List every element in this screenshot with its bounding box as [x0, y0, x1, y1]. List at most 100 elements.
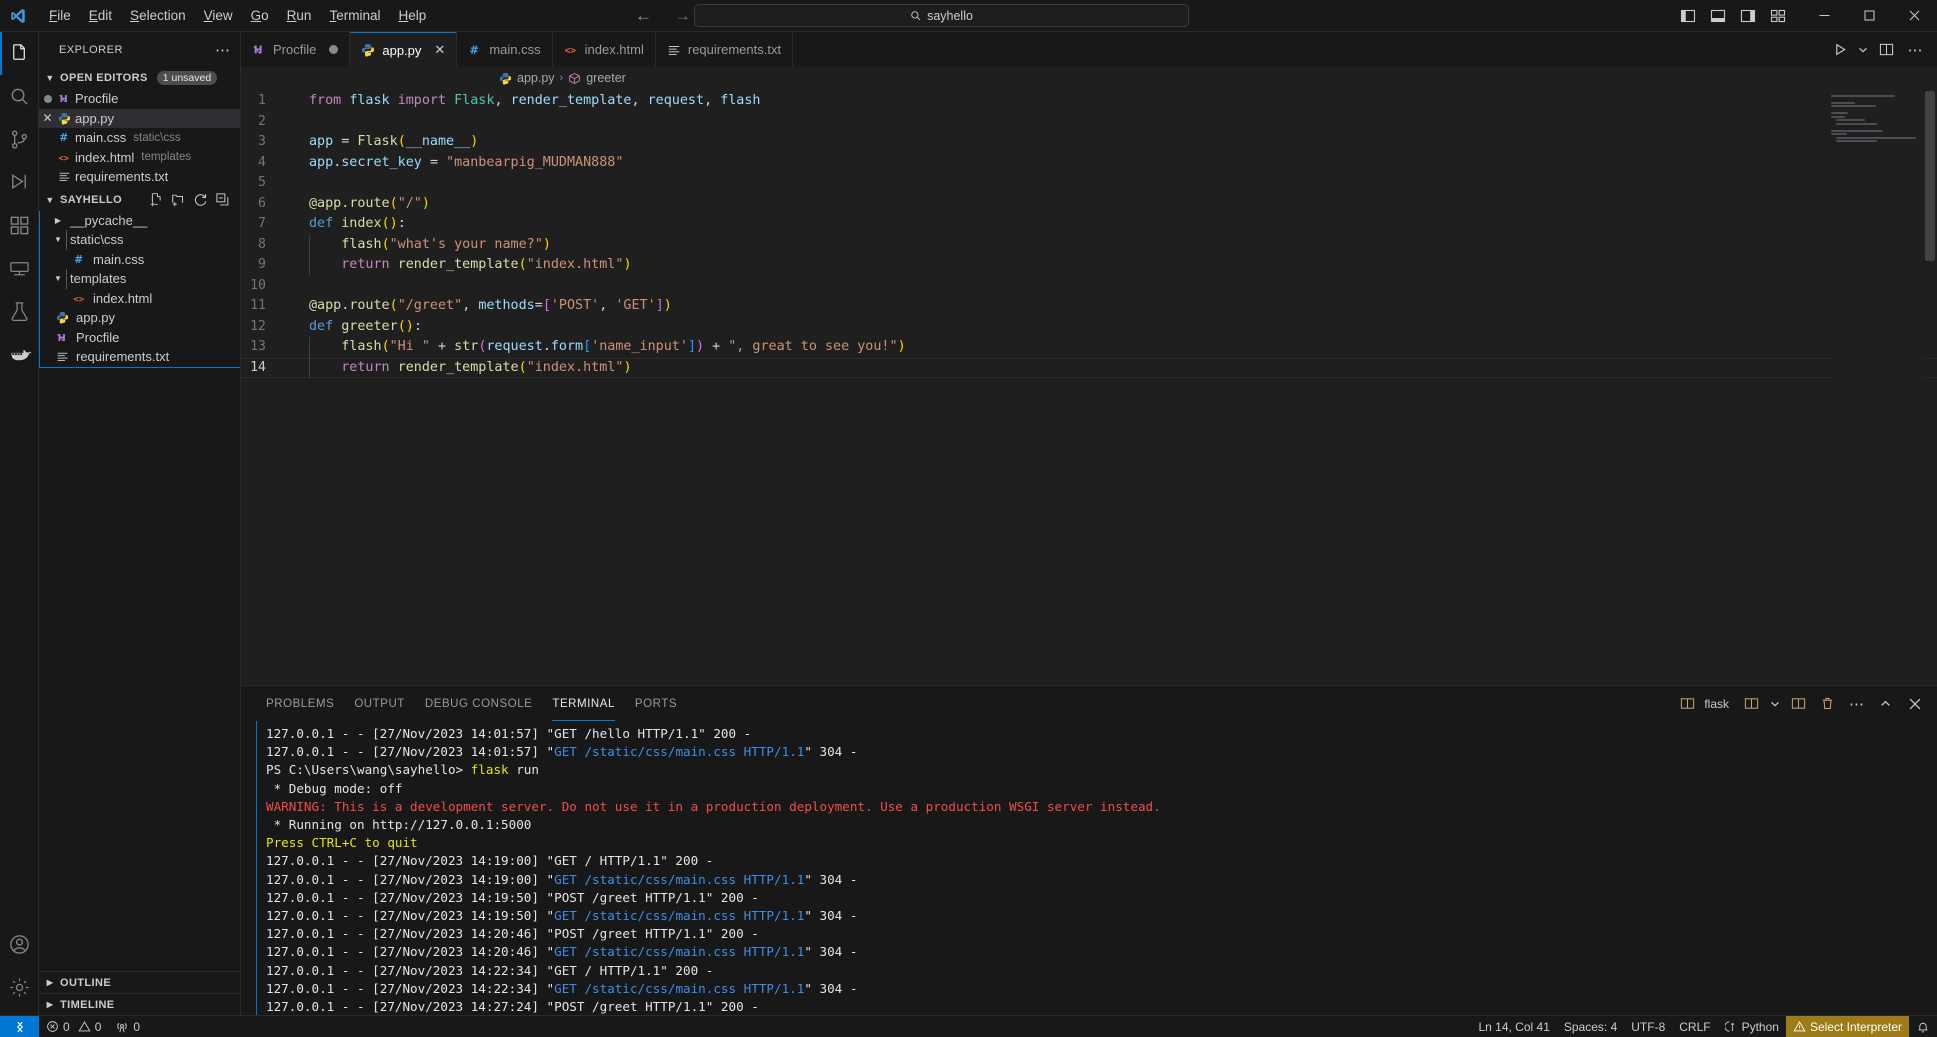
maximize-panel-icon[interactable]: [1873, 691, 1898, 716]
code-line: 6@app.route("/"): [241, 194, 1937, 215]
problems-status[interactable]: 0 0: [39, 1016, 108, 1037]
symbol-icon: [568, 72, 581, 85]
menu-run[interactable]: Run: [278, 3, 321, 29]
svg-text:<>: <>: [73, 295, 84, 305]
activity-explorer-icon[interactable]: [0, 32, 39, 75]
panel-tab-output[interactable]: OUTPUT: [344, 686, 415, 721]
workspace-header[interactable]: ▼ SAYHELLO: [39, 189, 240, 211]
activity-testing-icon[interactable]: [0, 290, 39, 333]
encoding-status[interactable]: UTF-8: [1624, 1016, 1672, 1037]
ports-status[interactable]: 0: [108, 1016, 147, 1037]
split-editor-icon[interactable]: [1873, 37, 1899, 63]
close-icon[interactable]: ✕: [39, 111, 56, 125]
tree-item-templates[interactable]: ▼ templates: [40, 269, 240, 289]
open-editor-app-py[interactable]: ✕ app.py: [39, 109, 240, 129]
open-editor-main-css[interactable]: # main.css static\css: [39, 128, 240, 148]
cursor-position-status[interactable]: Ln 14, Col 41: [1471, 1016, 1556, 1037]
menu-help[interactable]: Help: [389, 3, 435, 29]
sidebar-more-actions-icon[interactable]: ⋯: [215, 41, 231, 59]
terminal-name[interactable]: flask: [1704, 697, 1729, 711]
code-token: ,: [494, 93, 510, 108]
open-editor-index-html[interactable]: <> index.html templates: [39, 148, 240, 168]
panel-tab-ports[interactable]: PORTS: [625, 686, 687, 721]
collapse-all-icon[interactable]: [215, 192, 230, 207]
file-label: app.py: [76, 310, 115, 325]
minimize-button[interactable]: [1802, 0, 1847, 32]
panel-tab-terminal[interactable]: TERMINAL: [542, 686, 625, 721]
activity-source-control-icon[interactable]: [0, 118, 39, 161]
toggle-secondary-sidebar-icon[interactable]: [1734, 3, 1762, 29]
indentation-status[interactable]: Spaces: 4: [1557, 1016, 1624, 1037]
toggle-primary-sidebar-icon[interactable]: [1674, 3, 1702, 29]
code-editor[interactable]: 1from flask import Flask, render_templat…: [241, 89, 1937, 685]
open-editors-header[interactable]: ▼ OPEN EDITORS 1 unsaved: [39, 67, 240, 89]
customize-layout-icon[interactable]: [1764, 3, 1792, 29]
refresh-icon[interactable]: [193, 192, 208, 207]
back-arrow-icon[interactable]: ←: [635, 7, 652, 24]
breadcrumb-symbol[interactable]: greeter: [586, 71, 626, 85]
tab-app-py[interactable]: app.py ✕: [350, 32, 457, 67]
activity-settings-icon[interactable]: [0, 966, 39, 1009]
split-terminal-icon[interactable]: [1786, 691, 1811, 716]
toggle-panel-icon[interactable]: [1704, 3, 1732, 29]
tab-requirements-txt[interactable]: requirements.txt: [656, 32, 793, 67]
menu-file[interactable]: File: [40, 3, 80, 29]
menu-edit[interactable]: Edit: [80, 3, 121, 29]
tree-item-requirements-txt[interactable]: requirements.txt: [40, 347, 240, 367]
new-terminal-icon[interactable]: [1739, 691, 1764, 716]
breadcrumb-file[interactable]: app.py: [517, 71, 555, 85]
activity-remote-explorer-icon[interactable]: [0, 247, 39, 290]
editor-actions: ⋯: [1827, 32, 1937, 67]
close-button[interactable]: [1892, 0, 1937, 32]
open-editor-procfile[interactable]: H Procfile: [39, 89, 240, 109]
terminal-split-indicator-icon[interactable]: [1675, 691, 1700, 716]
tree-item-app-py[interactable]: app.py: [40, 308, 240, 328]
eol-status[interactable]: CRLF: [1672, 1016, 1717, 1037]
timeline-section-header[interactable]: ▶ TIMELINE: [39, 993, 240, 1015]
menu-view[interactable]: View: [195, 3, 242, 29]
forward-arrow-icon[interactable]: →: [674, 7, 691, 24]
outline-section-header[interactable]: ▶ OUTLINE: [39, 971, 240, 993]
run-options-chevron-icon[interactable]: [1856, 37, 1870, 63]
dirty-indicator-icon[interactable]: [329, 45, 338, 54]
activity-accounts-icon[interactable]: [0, 923, 39, 966]
new-folder-icon[interactable]: [171, 192, 186, 207]
editor-more-actions-icon[interactable]: ⋯: [1902, 37, 1928, 63]
activity-search-icon[interactable]: [0, 75, 39, 118]
tree-item-main-css[interactable]: # main.css: [40, 250, 240, 270]
code-token: (: [382, 216, 390, 231]
menu-selection[interactable]: Selection: [121, 3, 195, 29]
kill-terminal-icon[interactable]: [1815, 691, 1840, 716]
notifications-bell[interactable]: [1909, 1016, 1937, 1037]
terminal-dropdown-chevron-icon[interactable]: [1768, 691, 1782, 716]
tree-item-index-html[interactable]: <> index.html: [40, 289, 240, 309]
maximize-button[interactable]: [1847, 0, 1892, 32]
panel-more-actions-icon[interactable]: ⋯: [1844, 691, 1869, 716]
tree-item-pycache[interactable]: ▶ __pycache__: [40, 211, 240, 231]
editor-scrollbar[interactable]: [1923, 89, 1937, 685]
tree-item-static-css[interactable]: ▼ static\css: [40, 230, 240, 250]
activity-docker-icon[interactable]: [0, 333, 39, 376]
select-interpreter-status[interactable]: Select Interpreter: [1786, 1016, 1909, 1037]
tab-procfile[interactable]: H Procfile: [241, 32, 350, 67]
panel-tab-debug-console[interactable]: DEBUG CONSOLE: [415, 686, 542, 721]
open-editor-requirements-txt[interactable]: requirements.txt: [39, 167, 240, 187]
activity-run-debug-icon[interactable]: [0, 161, 39, 204]
menu-terminal[interactable]: Terminal: [320, 3, 389, 29]
tree-item-procfile[interactable]: H Procfile: [40, 328, 240, 348]
menu-go[interactable]: Go: [242, 3, 278, 29]
terminal-body[interactable]: 127.0.0.1 - - [27/Nov/2023 14:01:57] "GE…: [241, 721, 1937, 1015]
scrollbar-thumb[interactable]: [1925, 91, 1935, 261]
tab-main-css[interactable]: # main.css: [457, 32, 552, 67]
dirty-indicator-icon[interactable]: [39, 95, 56, 103]
language-mode-status[interactable]: Python: [1718, 1016, 1786, 1037]
tab-index-html[interactable]: <> index.html: [553, 32, 656, 67]
remote-window-indicator[interactable]: [0, 1016, 39, 1037]
new-file-icon[interactable]: [149, 192, 164, 207]
activity-extensions-icon[interactable]: [0, 204, 39, 247]
panel-tab-problems[interactable]: PROBLEMS: [256, 686, 344, 721]
close-panel-icon[interactable]: [1902, 691, 1927, 716]
close-icon[interactable]: ✕: [434, 42, 445, 58]
command-center-search[interactable]: sayhello: [694, 4, 1189, 27]
run-python-file-icon[interactable]: [1827, 37, 1853, 63]
